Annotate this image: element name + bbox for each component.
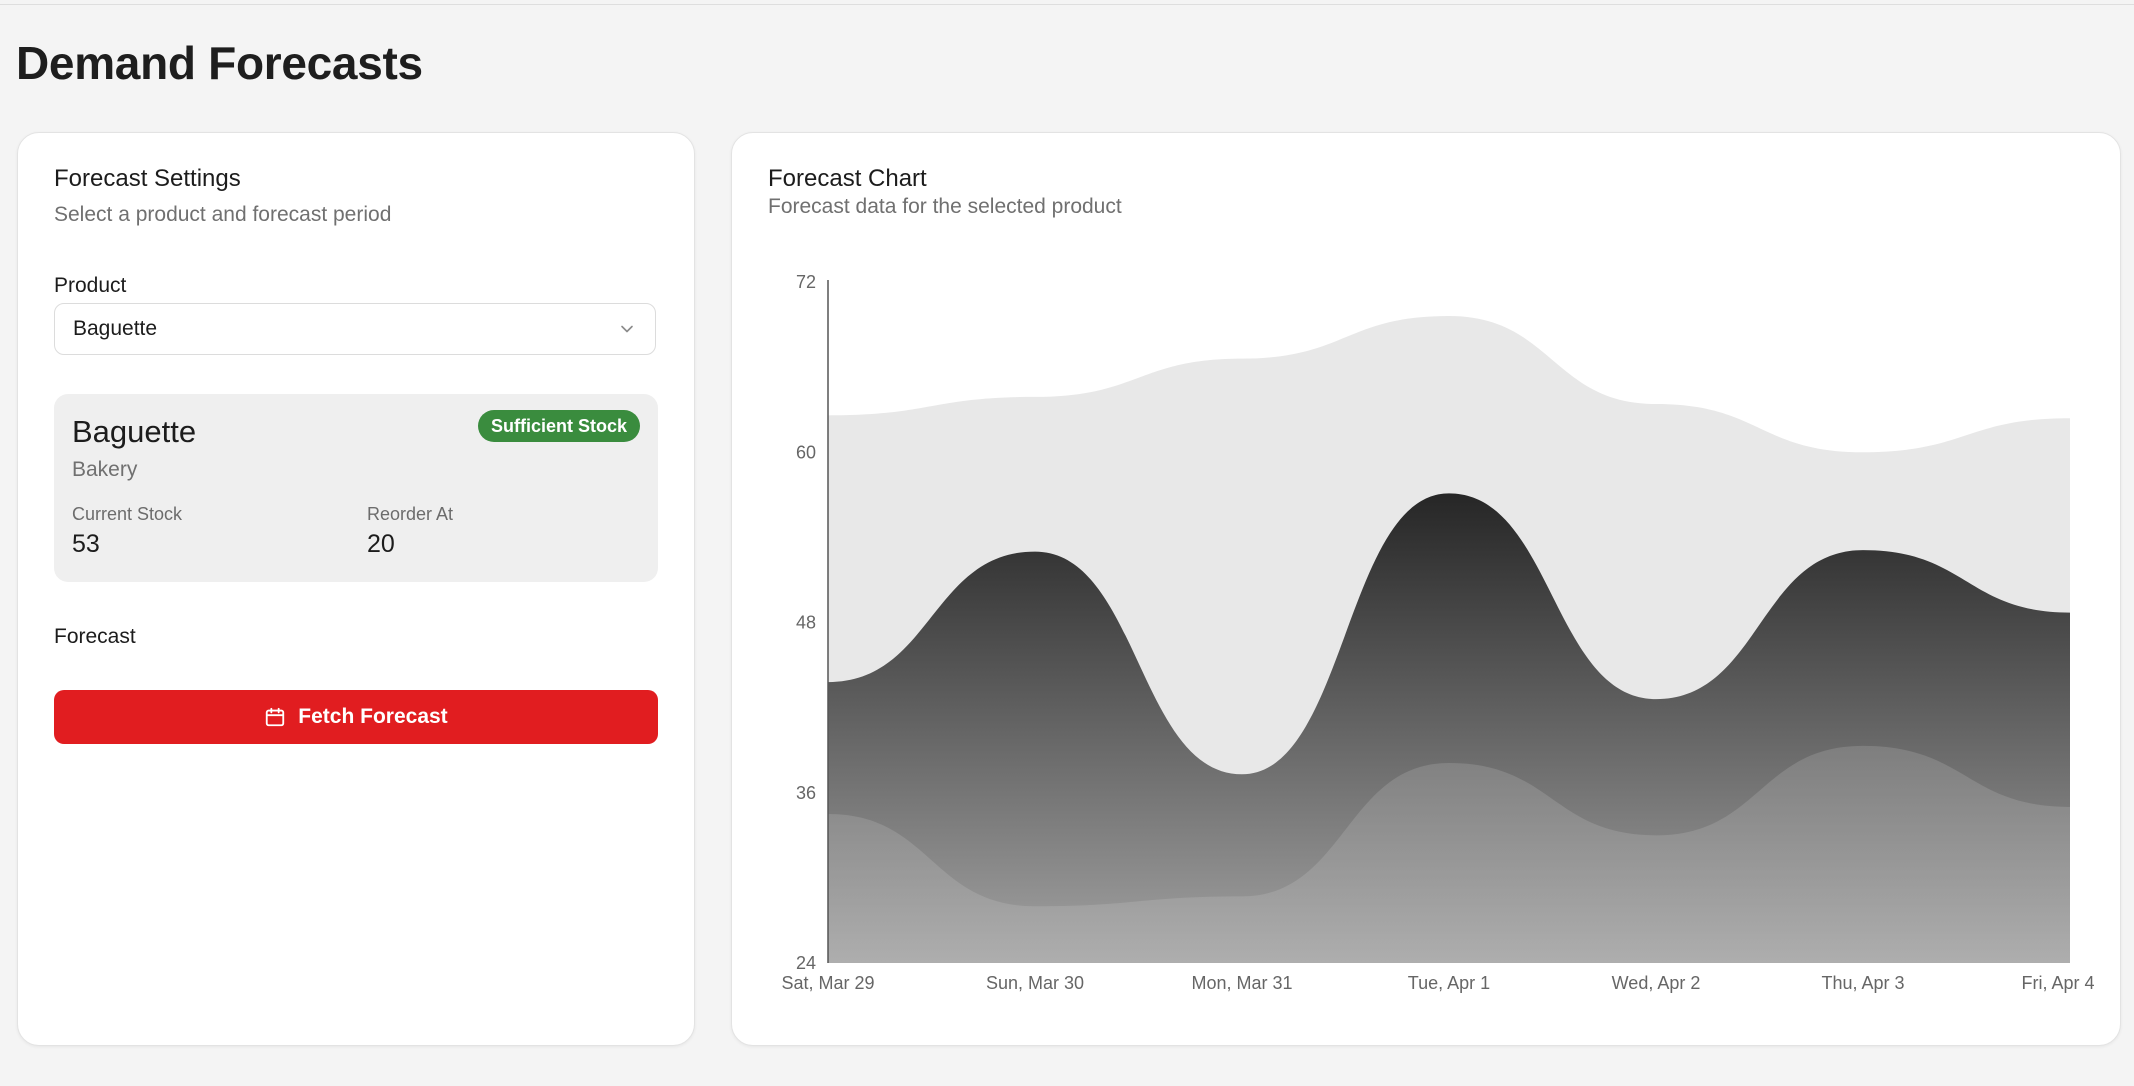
fetch-forecast-label: Fetch Forecast [298, 705, 448, 728]
forecast-chart-card: Forecast Chart Forecast data for the sel… [731, 132, 2121, 1046]
y-tick-label: 36 [796, 783, 816, 803]
product-select-value: Baguette [73, 317, 158, 340]
forecast-chart: 24 36 48 60 72 Sat, Mar 29 Sun, Mar 30 Mon, Mar… [781, 272, 2094, 993]
x-tick-label: Thu, Apr 3 [1821, 973, 1904, 993]
fetch-forecast-button[interactable]: Fetch Forecast [54, 690, 658, 744]
current-stock-label: Current Stock [72, 504, 183, 524]
chevron-down-icon [621, 325, 633, 333]
y-tick-label: 60 [796, 442, 816, 462]
reorder-value: 20 [367, 530, 395, 558]
x-tick-label: Wed, Apr 2 [1612, 973, 1701, 993]
top-border [0, 4, 2134, 5]
y-tick-label: 72 [796, 272, 816, 292]
status-badge: Sufficient Stock [477, 410, 640, 442]
page-title: Demand Forecasts [16, 37, 423, 89]
calendar-icon [266, 707, 285, 727]
current-stock-value: 53 [72, 530, 100, 558]
product-label: Product [54, 274, 127, 297]
x-tick-label: Fri, Apr 4 [2021, 973, 2094, 993]
product-category: Bakery [72, 458, 138, 481]
forecast-settings-card: Forecast Settings Select a product and f… [17, 132, 695, 1046]
product-name: Baguette [72, 414, 197, 449]
y-tick-label: 48 [796, 613, 816, 633]
x-tick-label: Tue, Apr 1 [1408, 973, 1490, 993]
settings-subtitle: Select a product and forecast period [54, 203, 392, 226]
x-tick-label: Sun, Mar 30 [986, 973, 1084, 993]
reorder-label: Reorder At [367, 504, 454, 524]
forecast-label: Forecast [54, 625, 136, 648]
product-select[interactable]: Baguette [54, 303, 656, 355]
settings-title: Forecast Settings [54, 165, 241, 192]
y-tick-label: 24 [796, 953, 816, 973]
product-summary: Baguette Bakery Sufficient Stock Current… [54, 394, 658, 582]
x-tick-label: Sat, Mar 29 [781, 973, 874, 993]
x-tick-label: Mon, Mar 31 [1191, 973, 1292, 993]
